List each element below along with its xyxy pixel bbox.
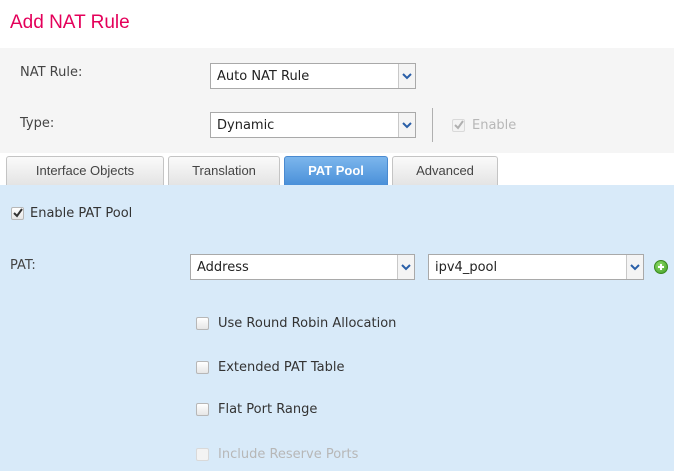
- chevron-down-icon[interactable]: [397, 255, 414, 279]
- nat-rule-select-value: Auto NAT Rule: [217, 69, 310, 84]
- pat-pool-panel: Enable PAT Pool PAT: Address ipv4_pool U…: [0, 185, 674, 471]
- add-circle-icon[interactable]: [654, 260, 668, 274]
- chevron-down-icon[interactable]: [626, 255, 643, 279]
- flat-port-range-checkbox[interactable]: [196, 403, 209, 416]
- tab-translation[interactable]: Translation: [168, 156, 280, 185]
- include-reserve-ports-checkbox[interactable]: [196, 448, 209, 461]
- tab-advanced[interactable]: Advanced: [392, 156, 498, 185]
- enable-label: Enable: [472, 118, 517, 133]
- type-label: Type:: [20, 116, 55, 131]
- checkmark-icon: [13, 208, 23, 218]
- round-robin-label: Use Round Robin Allocation: [218, 316, 397, 331]
- rule-settings-section: NAT Rule: Auto NAT Rule Type: Dynamic En…: [0, 48, 674, 153]
- nat-rule-select[interactable]: Auto NAT Rule: [210, 63, 416, 89]
- tab-interface-objects[interactable]: Interface Objects: [6, 156, 164, 185]
- round-robin-checkbox[interactable]: [196, 317, 209, 330]
- tab-pat-pool[interactable]: PAT Pool: [284, 156, 388, 185]
- nat-rule-label: NAT Rule:: [20, 65, 83, 80]
- tab-strip: Interface Objects Translation PAT Pool A…: [0, 153, 674, 185]
- checkmark-icon: [454, 120, 464, 130]
- type-select[interactable]: Dynamic: [210, 112, 416, 138]
- pat-type-select[interactable]: Address: [190, 254, 415, 280]
- enable-checkbox[interactable]: [452, 119, 465, 132]
- pat-label: PAT:: [10, 258, 36, 273]
- enable-pat-pool-label: Enable PAT Pool: [30, 206, 133, 221]
- enable-pat-pool-checkbox[interactable]: [11, 207, 24, 220]
- type-select-value: Dynamic: [217, 118, 275, 133]
- include-reserve-ports-label: Include Reserve Ports: [218, 447, 359, 462]
- chevron-down-icon[interactable]: [398, 113, 415, 137]
- pat-object-select[interactable]: ipv4_pool: [428, 254, 644, 280]
- flat-port-range-label: Flat Port Range: [218, 402, 318, 417]
- pat-type-select-value: Address: [197, 260, 249, 275]
- extended-pat-table-label: Extended PAT Table: [218, 360, 345, 375]
- pat-object-select-value: ipv4_pool: [435, 260, 498, 275]
- separator: [432, 108, 433, 142]
- dialog-title: Add NAT Rule: [10, 12, 130, 33]
- extended-pat-table-checkbox[interactable]: [196, 361, 209, 374]
- chevron-down-icon[interactable]: [398, 64, 415, 88]
